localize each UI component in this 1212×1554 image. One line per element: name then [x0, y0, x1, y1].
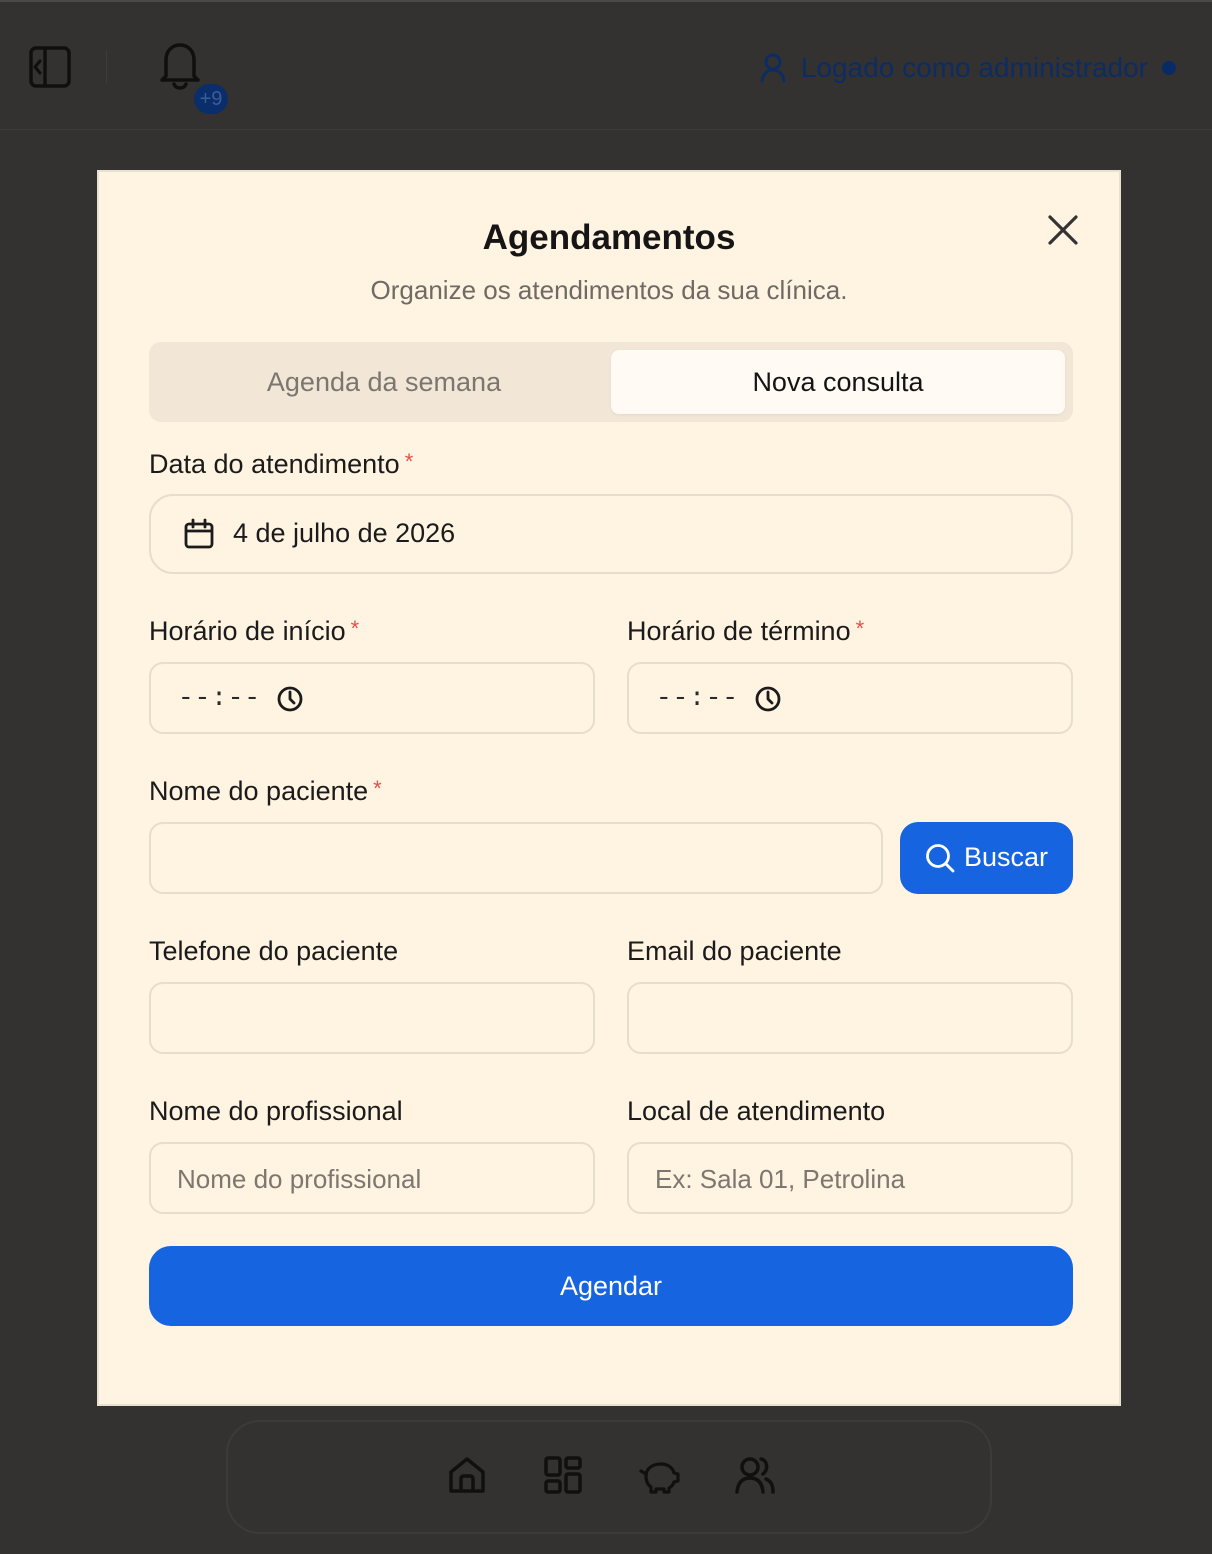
- user-status-text: Logado como administrador: [800, 52, 1148, 83]
- tab-week-agenda[interactable]: Agenda da semana: [157, 350, 611, 414]
- end-time-label-text: Horário de término: [627, 616, 851, 646]
- search-button-label: Buscar: [964, 842, 1049, 872]
- topbar-divider: [106, 50, 107, 84]
- patient-email-label: Email do paciente: [627, 936, 842, 966]
- top-bar: +9 Logado como administrador: [0, 0, 1212, 130]
- required-marker: *: [350, 616, 360, 641]
- required-marker: *: [855, 616, 865, 641]
- user-icon: [760, 53, 786, 83]
- tab-list: Agenda da semana Nova consulta: [149, 342, 1073, 422]
- notifications-badge: +9: [194, 84, 228, 114]
- modal-title: Agendamentos: [482, 218, 736, 257]
- date-label-text: Data do atendimento: [149, 449, 400, 479]
- patient-phone-label: Telefone do paciente: [149, 936, 399, 966]
- piggy-bank-icon[interactable]: [638, 1454, 680, 1496]
- search-icon: [926, 844, 955, 873]
- patient-name-label-text: Nome do paciente: [149, 776, 369, 806]
- professional-input[interactable]: Nome do profissional: [149, 1142, 595, 1214]
- required-marker: *: [404, 449, 414, 474]
- date-label: Data do atendimento *: [149, 449, 413, 480]
- search-button[interactable]: Buscar: [900, 822, 1073, 894]
- professional-label: Nome do profissional: [149, 1096, 403, 1126]
- dashboard-icon[interactable]: [542, 1454, 584, 1496]
- user-status[interactable]: Logado como administrador: [759, 48, 1176, 88]
- modal-subtitle: Organize os atendimentos da sua clínica.: [370, 275, 848, 305]
- patient-name-label: Nome do paciente *: [149, 776, 382, 807]
- location-placeholder: Ex: Sala 01, Petrolina: [655, 1164, 906, 1194]
- clock-icon[interactable]: [754, 685, 782, 713]
- sidebar-toggle-icon[interactable]: [28, 45, 72, 89]
- start-time-input[interactable]: --:--: [149, 662, 595, 734]
- clock-icon[interactable]: [276, 685, 304, 713]
- start-time-value: --:--: [178, 683, 262, 713]
- appointments-modal: Agendamentos Organize os atendimentos da…: [97, 170, 1121, 1406]
- home-icon[interactable]: [446, 1454, 488, 1496]
- bottom-nav: [226, 1420, 992, 1534]
- patient-phone-input[interactable]: [149, 982, 595, 1054]
- online-status-dot: [1162, 61, 1176, 75]
- location-label: Local de atendimento: [627, 1096, 886, 1126]
- start-time-label: Horário de início *: [149, 616, 359, 647]
- date-value: 4 de julho de 2026: [233, 518, 456, 548]
- professional-placeholder: Nome do profissional: [177, 1164, 422, 1194]
- bell-icon: [160, 43, 200, 90]
- schedule-button[interactable]: Agendar: [149, 1246, 1073, 1326]
- calendar-icon: [184, 518, 214, 549]
- end-time-value: --:--: [656, 683, 740, 713]
- patient-email-input[interactable]: [627, 982, 1073, 1054]
- date-picker[interactable]: 4 de julho de 2026: [149, 494, 1073, 574]
- required-marker: *: [373, 776, 382, 801]
- end-time-label: Horário de término *: [627, 616, 864, 647]
- start-time-label-text: Horário de início: [149, 616, 346, 646]
- location-input[interactable]: Ex: Sala 01, Petrolina: [627, 1142, 1073, 1214]
- patient-name-input[interactable]: [149, 822, 883, 894]
- users-icon[interactable]: [734, 1454, 776, 1496]
- notifications-button[interactable]: +9: [156, 40, 232, 116]
- tab-new-appointment[interactable]: Nova consulta: [611, 350, 1065, 414]
- end-time-input[interactable]: --:--: [627, 662, 1073, 734]
